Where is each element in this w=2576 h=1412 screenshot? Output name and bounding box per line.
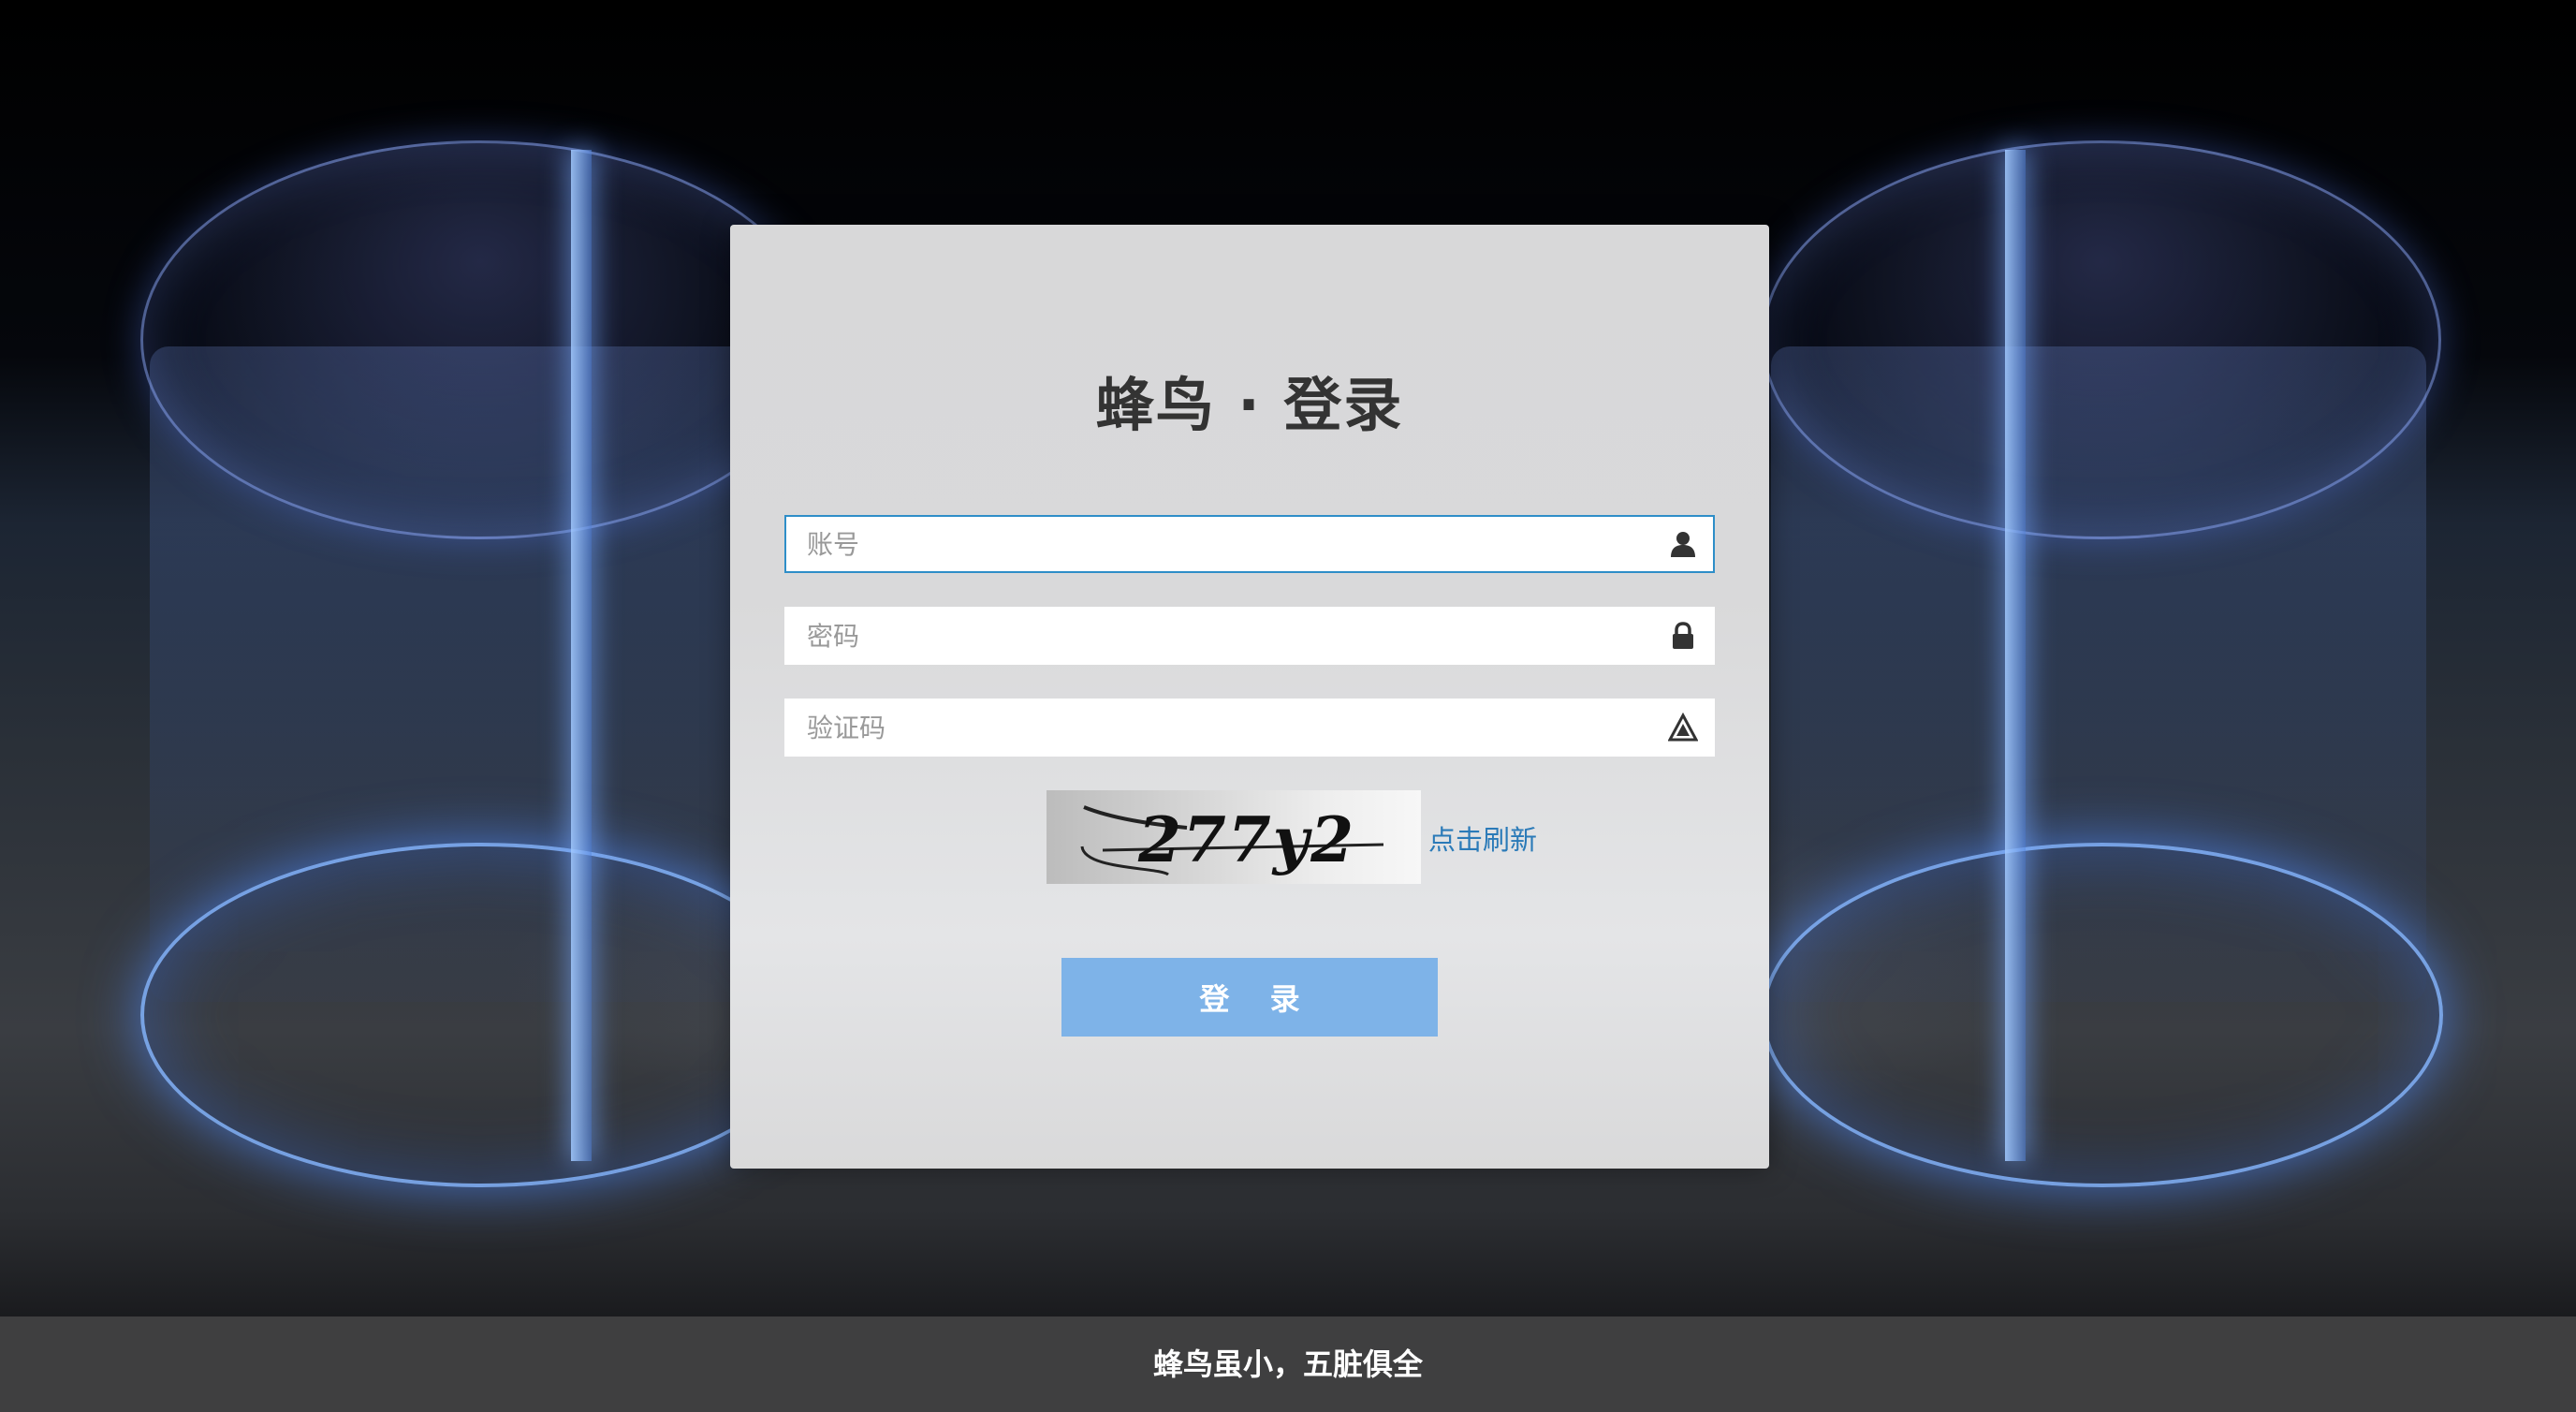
decorative-glass-cylinder-left xyxy=(140,140,822,1187)
password-input[interactable] xyxy=(786,609,1649,663)
account-field[interactable] xyxy=(784,515,1715,573)
captcha-text: 277y2 xyxy=(1138,803,1356,876)
lock-icon xyxy=(1668,621,1698,651)
decorative-glass-cylinder-right xyxy=(1762,140,2443,1187)
user-icon xyxy=(1668,529,1698,559)
captcha-field[interactable] xyxy=(784,699,1715,757)
account-input[interactable] xyxy=(786,517,1649,571)
warning-icon xyxy=(1667,712,1699,743)
captcha-input[interactable] xyxy=(786,700,1649,755)
password-field[interactable] xyxy=(784,607,1715,665)
captcha-image[interactable]: 277y2 xyxy=(1046,790,1421,884)
refresh-captcha-link[interactable]: 点击刷新 xyxy=(1428,818,1537,858)
footer-slogan: 蜂鸟虽小，五脏俱全 xyxy=(0,1316,2576,1412)
login-title: 蜂鸟 · 登录 xyxy=(1095,371,1404,439)
login-button[interactable]: 登 录 xyxy=(1061,958,1438,1037)
login-card: 蜂鸟 · 登录 账号 验证码 277y2 点击刷新 登 录 xyxy=(730,225,1769,1169)
